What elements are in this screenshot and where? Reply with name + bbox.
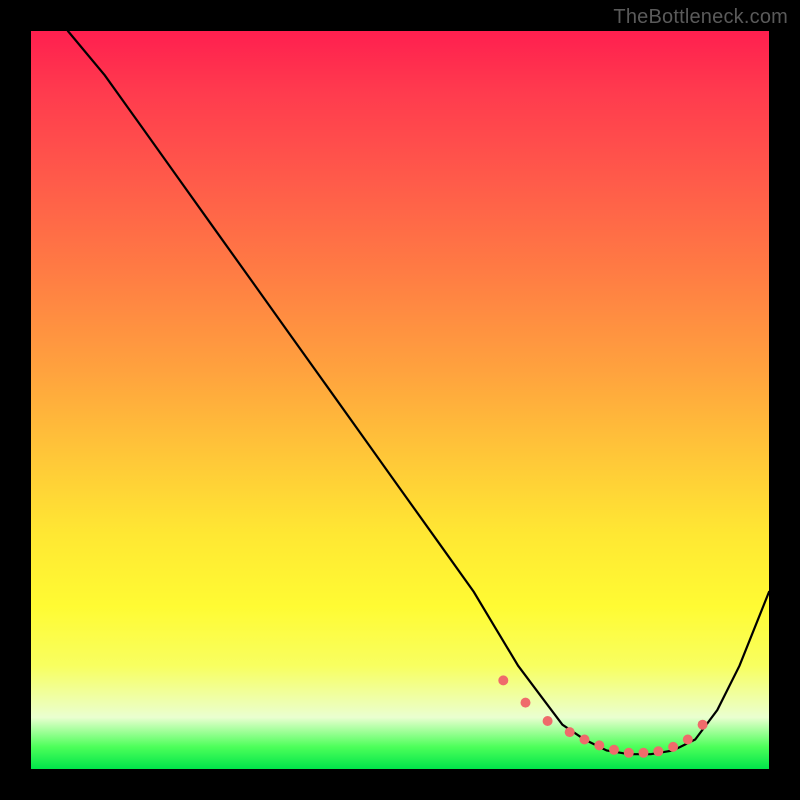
optimal-marker [698,720,708,730]
chart-svg [31,31,769,769]
optimal-marker [565,727,575,737]
optimal-marker [668,742,678,752]
optimal-marker [580,735,590,745]
plot-area [31,31,769,769]
optimal-marker [609,745,619,755]
optimal-marker [594,740,604,750]
optimal-marker [498,675,508,685]
optimal-marker [683,735,693,745]
optimal-marker [624,748,634,758]
optimal-marker [521,698,531,708]
optimal-marker [653,746,663,756]
optimal-markers-group [498,675,707,757]
optimal-marker [543,716,553,726]
watermark-text: TheBottleneck.com [613,6,788,29]
bottleneck-curve [68,31,769,754]
chart-frame: TheBottleneck.com [0,0,800,800]
optimal-marker [639,748,649,758]
